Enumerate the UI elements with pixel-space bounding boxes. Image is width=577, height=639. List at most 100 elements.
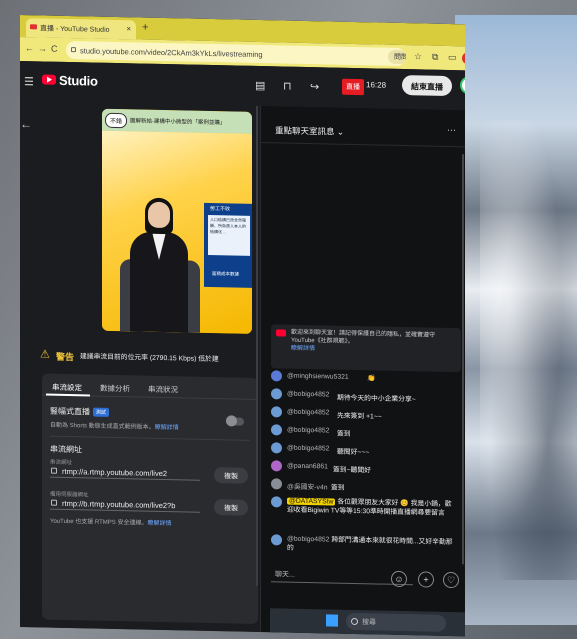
avatar[interactable] — [271, 478, 282, 490]
stream-url-field[interactable]: 串流網址 rtmp://a.rtmp.youtube.com/live2 — [50, 457, 200, 481]
stream-url-value: rtmp://a.rtmp.youtube.com/live2 — [62, 466, 168, 479]
vertical-live-title: 豎幅式直播 測試 — [50, 406, 110, 418]
extensions-icon[interactable]: ⧉ — [432, 52, 438, 63]
end-stream-button[interactable]: 結束直播 — [402, 75, 452, 97]
add-icon[interactable]: + — [418, 571, 434, 588]
chat-author[interactable]: @bobigo4852 — [287, 445, 329, 453]
chat-text: 👏 — [367, 375, 376, 383]
chat-message: @minghsienwu5321 👏 — [271, 370, 463, 382]
avatar[interactable] — [271, 534, 282, 546]
chat-message: @DATASYStw 各位觀眾朋友大家好 😊 我是小鍋，歡迎收看Bigiwin … — [271, 496, 463, 517]
chat-scrollbar[interactable] — [462, 154, 464, 565]
more-options-icon[interactable]: ⋯ — [447, 125, 456, 136]
notice-learn-more-link[interactable]: 瞭解詳情 — [291, 346, 315, 353]
back-arrow-icon[interactable]: ← — [20, 117, 32, 131]
youtube-logo-icon[interactable] — [42, 74, 56, 85]
warning-label: 警告 — [56, 351, 75, 363]
backup-url-field[interactable]: 備用伺服器網址 rtmp://b.rtmp.youtube.com/live2?… — [50, 489, 200, 513]
tab-close-icon[interactable]: × — [126, 24, 131, 33]
copy-stream-url-button[interactable]: 複製 — [214, 467, 248, 484]
tab-title: 直播 - YouTube Studio — [40, 25, 110, 34]
chat-text: 簽到~聽聞好 — [333, 466, 371, 475]
avatar[interactable] — [271, 496, 282, 508]
windows-start-icon[interactable] — [326, 614, 338, 627]
chat-message-body: @bobigo4852 跨部門溝通本來就很花時間...又好辛勤那的 — [287, 535, 457, 557]
tab-stream-health[interactable]: 串流狀況 — [148, 384, 178, 396]
studio-brand[interactable]: Studio — [59, 73, 98, 89]
chat-author[interactable]: @bobigo4852 — [287, 427, 329, 435]
chat-message-body: @DATASYStw 各位觀眾朋友大家好 😊 我是小鍋，歡迎收看Bigiwin … — [287, 497, 457, 519]
emoji-icon[interactable]: ☺ — [391, 570, 407, 588]
chat-message: @bobigo4852 期待今天的中小企業分享~ — [271, 388, 463, 403]
cast-icon[interactable]: ▭ — [448, 52, 457, 63]
copy-backup-url-button[interactable]: 複製 — [214, 499, 248, 516]
chat-message: @bobigo4852 跨部門溝通本來就很花時間...又好辛勤那的 — [271, 534, 463, 552]
taskbar-search[interactable]: 搜尋 — [346, 612, 446, 632]
back-icon[interactable]: ← — [25, 43, 34, 53]
learn-more-link[interactable]: 瞭解詳情 — [155, 425, 179, 432]
chevron-down-icon: ⌄ — [336, 126, 345, 137]
rtmps-learn-more-link[interactable]: 瞭解詳情 — [147, 521, 171, 528]
chat-message: @bobigo4852 先來簽到 +1~~ — [271, 406, 463, 421]
chat-message: @bobigo4852 聽聞好~~~ — [271, 442, 463, 456]
chat-text: 簽到 — [331, 484, 345, 492]
menu-icon[interactable]: ☰ — [24, 75, 34, 88]
warning-icon: ⚠ — [40, 348, 50, 361]
chat-author[interactable]: @吳國安-v4n — [287, 481, 328, 492]
slide-footer: 面積成本數據 — [212, 271, 239, 277]
forward-icon[interactable]: → — [38, 43, 47, 53]
chat-message: @bobigo4852 簽到 — [271, 424, 463, 438]
new-tab-icon[interactable]: + — [142, 22, 148, 34]
avatar[interactable] — [271, 370, 282, 382]
presenter-face — [148, 201, 170, 229]
avatar[interactable] — [271, 460, 282, 472]
channel-avatar[interactable] — [460, 76, 465, 95]
chat-author[interactable]: @minghsienwu5321 — [287, 373, 349, 381]
avatar[interactable] — [271, 406, 282, 418]
rtmps-note: YouTube 也支援 RTMPS 安全連線。瞭解詳情 — [50, 518, 172, 528]
stream-settings-card: 串流設定 數據分析 串流狀況 豎幅式直播 測試 自動為 Shorts 動態生成直式… — [42, 373, 258, 624]
share-icon[interactable]: ↪ — [310, 80, 319, 93]
left-scrollbar[interactable] — [256, 105, 258, 586]
avatar[interactable] — [271, 442, 282, 454]
url-text: studio.youtube.com/video/2CkAm3kYkLs/liv… — [80, 46, 263, 60]
live-badge: 直播 — [342, 78, 364, 96]
lock-icon — [71, 47, 76, 53]
vertical-live-desc: 自動為 Shorts 動態生成直式範例版本。瞭解詳情 — [50, 422, 179, 432]
chat-author[interactable]: @bobigo4852 — [287, 409, 329, 417]
backup-url-label: 備用伺服器網址 — [50, 491, 89, 499]
profile-avatar[interactable] — [462, 52, 465, 65]
stream-panel: ← 不錯 圖解新給-建構中小微型的「案例並購」 勞工不收 人口結構已改全然報酬、… — [20, 101, 258, 632]
bookmark-icon[interactable]: ⊓ — [283, 80, 292, 93]
tab-stream-settings[interactable]: 串流設定 — [52, 382, 82, 394]
avatar[interactable] — [271, 424, 282, 436]
youtube-icon — [276, 329, 286, 337]
chat-author[interactable]: @bobigo4852 — [287, 536, 329, 544]
avatar[interactable] — [271, 388, 282, 400]
chat-welcome-notice: 歡迎來到聊天室！請記得保護自己的隱私，並確實遵守 YouTube《社群規範》。 … — [271, 324, 461, 373]
reload-icon[interactable]: C — [51, 44, 58, 54]
chat-text: 聽聞好~~~ — [337, 448, 370, 457]
layout-icon[interactable]: ▤ — [255, 79, 265, 92]
heart-icon[interactable]: ♡ — [443, 571, 459, 589]
lock-icon — [51, 499, 57, 506]
windows-taskbar: 搜尋 — [270, 608, 465, 637]
beta-badge: 測試 — [93, 407, 110, 418]
active-tab-indicator — [46, 393, 90, 397]
stream-preview[interactable]: 不錯 圖解新給-建構中小微型的「案例並購」 勞工不收 人口結構已改全然報酬、所負… — [102, 108, 252, 334]
chat-author-badge[interactable]: @DATASYStw — [287, 497, 336, 506]
stream-url-label: 串流網址 — [50, 459, 73, 467]
chat-text: 期待今天的中小企業分享~ — [337, 394, 416, 404]
vertical-live-toggle[interactable] — [226, 417, 244, 426]
live-duration: 16:28 — [366, 80, 387, 90]
chat-author[interactable]: @panan6861 — [287, 463, 328, 471]
chat-author[interactable]: @bobigo4852 — [287, 391, 329, 399]
google-lens-button[interactable]: 問問 Google — [388, 49, 406, 65]
chat-text: 簽到 — [337, 430, 351, 438]
slide-heading: 勞工不收 — [210, 205, 231, 213]
tab-analytics[interactable]: 數據分析 — [100, 383, 130, 395]
chat-mode-dropdown[interactable]: 重點聊天室訊息 ⌄ — [275, 124, 344, 137]
browser-tab[interactable]: 直播 - YouTube Studio × — [26, 18, 136, 40]
divider — [261, 142, 465, 148]
bookmark-star-icon[interactable]: ☆ — [414, 51, 422, 62]
